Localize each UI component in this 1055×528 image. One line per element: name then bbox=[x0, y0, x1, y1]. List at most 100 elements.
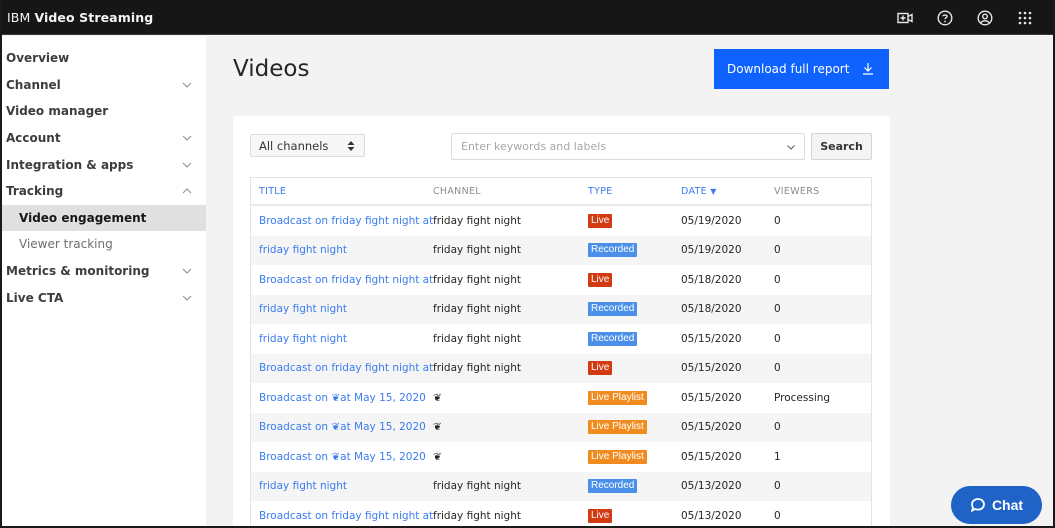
chevron-down-icon bbox=[182, 135, 192, 141]
add-video-icon bbox=[897, 12, 913, 23]
type-badge: Recorded bbox=[588, 331, 638, 346]
cell-title: Broadcast on friday fight night at M... bbox=[251, 510, 433, 522]
column-header-title[interactable]: TITLE bbox=[251, 186, 433, 197]
download-report-button[interactable]: Download full report bbox=[714, 49, 889, 89]
table-row[interactable]: friday fight night friday fight night Reco… bbox=[251, 294, 871, 324]
column-header-date-label: DATE bbox=[681, 185, 707, 197]
search-input[interactable]: Enter keywords and labels bbox=[451, 133, 805, 160]
cell-date: 05/13/2020 bbox=[681, 480, 742, 493]
type-badge: Recorded bbox=[588, 479, 638, 494]
cell-title: friday fight night bbox=[251, 480, 433, 492]
table-row[interactable]: Broadcast on ❦at May 15, 2020 ❦ Live Playl… bbox=[251, 383, 871, 413]
table-row[interactable]: Broadcast on friday fight night at M...f… bbox=[251, 501, 871, 526]
table-row[interactable]: Broadcast on friday fight night at M...f… bbox=[251, 353, 871, 383]
brand-name: Video Streaming bbox=[34, 9, 154, 25]
column-header-type[interactable]: TYPE bbox=[588, 186, 681, 197]
sidebar-item-overview[interactable]: Overview bbox=[2, 45, 206, 72]
cell-channel: friday fight night bbox=[433, 273, 521, 286]
video-title-link[interactable]: friday fight night bbox=[259, 480, 433, 492]
video-title-link[interactable]: Broadcast on ❦at May 15, 2020 bbox=[259, 392, 433, 404]
cell-type: Live bbox=[588, 361, 681, 376]
cell-title: Broadcast on friday fight night at M... bbox=[251, 215, 433, 227]
sidebar-item-channel[interactable]: Channel bbox=[2, 72, 206, 99]
cell-viewers: 1 bbox=[774, 450, 781, 463]
chevron-up-icon bbox=[182, 188, 192, 194]
cell-title: Broadcast on friday fight night at M... bbox=[251, 274, 433, 286]
sidebar-item-integration-apps[interactable]: Integration & apps bbox=[2, 151, 206, 178]
cell-channel: ❦ bbox=[433, 391, 442, 404]
cell-channel: ❦ bbox=[433, 421, 442, 434]
table-row[interactable]: Broadcast on friday fight night at M...f… bbox=[251, 265, 871, 295]
app-switcher-icon bbox=[1018, 11, 1032, 24]
sidebar-item-label: Live CTA bbox=[6, 290, 64, 305]
type-badge: Live bbox=[588, 213, 613, 228]
cell-type: Live Playlist bbox=[588, 420, 681, 435]
add-video-button[interactable] bbox=[885, 0, 925, 35]
sidebar-item-label: Account bbox=[6, 131, 61, 146]
video-title-link[interactable]: friday fight night bbox=[259, 333, 433, 345]
sidebar: Overview Channel Video manager Account I… bbox=[2, 36, 206, 526]
cell-viewers: 0 bbox=[774, 362, 781, 375]
cell-title: Broadcast on friday fight night at M... bbox=[251, 362, 433, 374]
app-switcher-button[interactable] bbox=[1005, 0, 1045, 35]
cell-viewers: 0 bbox=[774, 303, 781, 316]
sidebar-item-live-cta[interactable]: Live CTA bbox=[2, 284, 206, 311]
sidebar-item-label: Integration & apps bbox=[6, 157, 134, 172]
search-button[interactable]: Search bbox=[811, 133, 872, 160]
chevron-down-icon[interactable] bbox=[786, 142, 796, 152]
chat-button[interactable]: Chat bbox=[951, 486, 1042, 524]
video-title-link[interactable]: Broadcast on friday fight night at M... bbox=[259, 215, 433, 227]
cell-title: Broadcast on ❦at May 15, 2020 bbox=[251, 451, 433, 463]
type-badge: Recorded bbox=[588, 243, 638, 258]
type-badge: Recorded bbox=[588, 302, 638, 317]
sidebar-item-metrics-monitoring[interactable]: Metrics & monitoring bbox=[2, 258, 206, 285]
video-title-link[interactable]: friday fight night bbox=[259, 244, 433, 256]
help-button[interactable] bbox=[925, 0, 965, 35]
cell-viewers: 0 bbox=[774, 332, 781, 345]
video-title-link[interactable]: Broadcast on friday fight night at M... bbox=[259, 510, 433, 522]
app-window: IBM Video Streaming Overview Channel Vid… bbox=[2, 0, 1053, 526]
brand-logo[interactable]: IBM Video Streaming bbox=[7, 10, 153, 25]
sidebar-item-tracking[interactable]: Tracking bbox=[2, 178, 206, 205]
column-header-viewers: VIEWERS bbox=[774, 185, 820, 197]
chevron-down-icon bbox=[182, 295, 192, 301]
column-header-date[interactable]: DATE ▼ bbox=[681, 186, 774, 197]
channel-select[interactable]: All channels bbox=[250, 134, 365, 157]
cell-date: 05/15/2020 bbox=[681, 362, 742, 375]
cell-type: Live bbox=[588, 213, 681, 228]
cell-date: 05/13/2020 bbox=[681, 509, 742, 522]
cell-viewers: 0 bbox=[774, 421, 781, 434]
cell-type: Recorded bbox=[588, 243, 681, 258]
video-title-link[interactable]: Broadcast on friday fight night at M... bbox=[259, 274, 433, 286]
page-title: Videos bbox=[233, 56, 310, 82]
chevron-down-icon bbox=[182, 268, 192, 274]
table-row[interactable]: Broadcast on friday fight night at M...f… bbox=[251, 206, 871, 236]
help-icon bbox=[937, 9, 953, 26]
video-title-link[interactable]: Broadcast on ❦at May 15, 2020 bbox=[259, 421, 433, 433]
cell-channel: friday fight night bbox=[433, 244, 521, 257]
video-title-link[interactable]: friday fight night bbox=[259, 303, 433, 315]
table-row[interactable]: Broadcast on ❦at May 15, 2020 ❦ Live Playl… bbox=[251, 412, 871, 442]
table-row[interactable]: friday fight night friday fight night Reco… bbox=[251, 235, 871, 265]
videos-card: All channels Enter keywords and labels S… bbox=[233, 116, 890, 526]
column-header-channel: CHANNEL bbox=[433, 185, 481, 197]
table-row[interactable]: Broadcast on ❦at May 15, 2020 ❦ Live Playl… bbox=[251, 442, 871, 472]
sidebar-item-video-manager[interactable]: Video manager bbox=[2, 98, 206, 125]
user-profile-button[interactable] bbox=[965, 0, 1005, 35]
cell-type: Live bbox=[588, 508, 681, 523]
cell-viewers: 0 bbox=[774, 480, 781, 493]
video-title-link[interactable]: Broadcast on friday fight night at M... bbox=[259, 362, 433, 374]
chevron-down-icon bbox=[182, 82, 192, 88]
sidebar-item-video-engagement[interactable]: Video engagement bbox=[2, 204, 206, 232]
sort-descending-icon: ▼ bbox=[710, 186, 717, 196]
table-row[interactable]: friday fight night friday fight night Reco… bbox=[251, 471, 871, 501]
cell-channel: friday fight night bbox=[433, 303, 521, 316]
cell-title: Broadcast on ❦at May 15, 2020 bbox=[251, 392, 433, 404]
sidebar-item-viewer-tracking[interactable]: Viewer tracking bbox=[2, 231, 206, 258]
sidebar-item-account[interactable]: Account bbox=[2, 125, 206, 152]
video-title-link[interactable]: Broadcast on ❦at May 15, 2020 bbox=[259, 451, 433, 463]
chat-bubble-icon bbox=[970, 498, 985, 513]
cell-channel: friday fight night bbox=[433, 214, 521, 227]
top-bar: IBM Video Streaming bbox=[2, 0, 1053, 35]
table-row[interactable]: friday fight night friday fight night Reco… bbox=[251, 324, 871, 354]
